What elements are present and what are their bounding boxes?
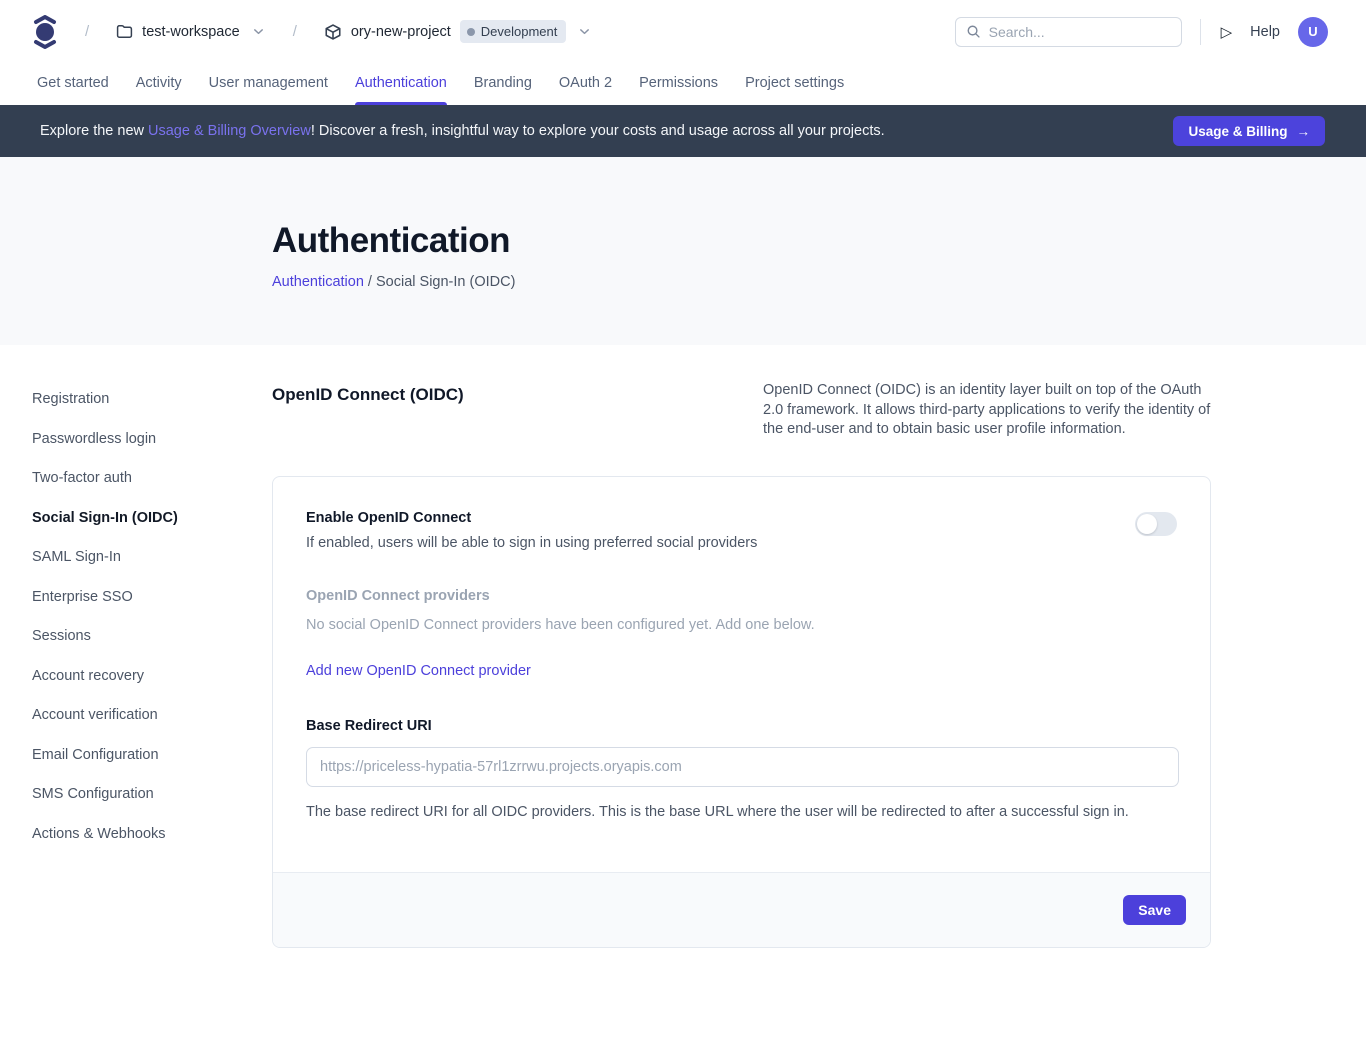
section-description: OpenID Connect (OIDC) is an identity lay… <box>763 381 1211 440</box>
usage-billing-button[interactable]: Usage & Billing → <box>1173 116 1325 146</box>
section-header: OpenID Connect (OIDC) OpenID Connect (OI… <box>272 381 1211 440</box>
breadcrumb-separator: / <box>85 23 89 40</box>
breadcrumb: / test-workspace / ory-new-project <box>32 15 592 49</box>
base-redirect-uri-label: Base Redirect URI <box>306 718 432 734</box>
banner-text-prefix: Explore the new <box>40 123 148 139</box>
breadcrumb-separator: / <box>364 274 376 290</box>
page-hero: Authentication Authentication / Social S… <box>0 157 1366 345</box>
chevron-down-icon <box>577 24 592 39</box>
content-area: Registration Passwordless login Two-fact… <box>0 345 1366 1008</box>
page-breadcrumb: Authentication / Social Sign-In (OIDC) <box>272 274 1366 290</box>
environment-badge: Development <box>460 20 567 43</box>
usage-billing-banner: Explore the new Usage & Billing Overview… <box>0 105 1366 157</box>
tab-authentication[interactable]: Authentication <box>355 63 447 105</box>
sidebar-item-sessions[interactable]: Sessions <box>32 620 272 652</box>
page-title: Authentication <box>272 221 1366 261</box>
user-avatar[interactable]: U <box>1298 17 1328 47</box>
project-nav-tabs: Get started Activity User management Aut… <box>0 63 1366 105</box>
oidc-providers-title: OpenID Connect providers <box>306 588 1177 604</box>
sidebar-item-two-factor-auth[interactable]: Two-factor auth <box>32 462 272 494</box>
settings-sidebar: Registration Passwordless login Two-fact… <box>32 381 272 948</box>
oidc-settings-card: Enable OpenID Connect If enabled, users … <box>272 476 1211 948</box>
add-oidc-provider-link[interactable]: Add new OpenID Connect provider <box>306 663 531 679</box>
arrow-right-icon: → <box>1297 124 1311 139</box>
top-bar-divider <box>1200 19 1201 45</box>
sidebar-item-enterprise-sso[interactable]: Enterprise SSO <box>32 581 272 613</box>
folder-icon <box>116 23 133 40</box>
card-footer: Save <box>273 872 1210 947</box>
sidebar-item-social-sign-in-oidc[interactable]: Social Sign-In (OIDC) <box>32 502 272 534</box>
environment-badge-label: Development <box>481 24 558 39</box>
oidc-settings-main: OpenID Connect (OIDC) OpenID Connect (OI… <box>272 381 1211 948</box>
play-icon[interactable]: ▷ <box>1217 21 1237 43</box>
tab-permissions[interactable]: Permissions <box>639 63 718 105</box>
search-icon <box>966 24 981 39</box>
tab-project-settings[interactable]: Project settings <box>745 63 844 105</box>
sidebar-item-actions-webhooks[interactable]: Actions & Webhooks <box>32 818 272 850</box>
sidebar-item-saml-sign-in[interactable]: SAML Sign-In <box>32 541 272 573</box>
sidebar-item-account-verification[interactable]: Account verification <box>32 699 272 731</box>
project-name: ory-new-project <box>351 24 451 40</box>
sidebar-item-sms-configuration[interactable]: SMS Configuration <box>32 778 272 810</box>
tab-user-management[interactable]: User management <box>209 63 328 105</box>
sidebar-item-email-configuration[interactable]: Email Configuration <box>32 739 272 771</box>
project-selector[interactable]: ory-new-project Development <box>324 20 593 43</box>
toggle-knob <box>1137 514 1157 534</box>
chevron-down-icon <box>251 24 266 39</box>
top-bar-actions: ▷ Help U <box>955 17 1328 47</box>
base-redirect-uri-section: Base Redirect URI The base redirect URI … <box>306 717 1177 820</box>
environment-dot-icon <box>467 28 475 36</box>
search-box[interactable] <box>955 17 1182 47</box>
enable-oidc-title: Enable OpenID Connect <box>306 510 757 526</box>
sidebar-item-passwordless-login[interactable]: Passwordless login <box>32 423 272 455</box>
oidc-card-body: Enable OpenID Connect If enabled, users … <box>273 477 1210 872</box>
oidc-providers-section: OpenID Connect providers No social OpenI… <box>306 588 1177 680</box>
tab-get-started[interactable]: Get started <box>37 63 109 105</box>
help-link[interactable]: Help <box>1250 24 1280 40</box>
cube-icon <box>324 23 342 41</box>
workspace-selector[interactable]: test-workspace <box>116 23 266 40</box>
enable-oidc-text: Enable OpenID Connect If enabled, users … <box>306 510 757 551</box>
enable-oidc-row: Enable OpenID Connect If enabled, users … <box>306 510 1177 551</box>
usage-billing-button-label: Usage & Billing <box>1188 124 1287 139</box>
ory-logo-icon[interactable] <box>32 15 58 49</box>
base-redirect-uri-helper: The base redirect URI for all OIDC provi… <box>306 804 1177 820</box>
tab-branding[interactable]: Branding <box>474 63 532 105</box>
breadcrumb-current: Social Sign-In (OIDC) <box>376 274 515 290</box>
section-title: OpenID Connect (OIDC) <box>272 381 464 405</box>
top-bar: / test-workspace / ory-new-project <box>0 0 1366 63</box>
workspace-name: test-workspace <box>142 24 240 40</box>
breadcrumb-separator: / <box>293 23 297 40</box>
banner-text-suffix: ! Discover a fresh, insightful way to ex… <box>311 123 885 139</box>
tab-oauth2[interactable]: OAuth 2 <box>559 63 612 105</box>
enable-oidc-subtitle: If enabled, users will be able to sign i… <box>306 535 757 551</box>
sidebar-item-registration[interactable]: Registration <box>32 383 272 415</box>
banner-usage-billing-link[interactable]: Usage & Billing Overview <box>148 123 311 139</box>
breadcrumb-authentication-link[interactable]: Authentication <box>272 274 364 290</box>
oidc-providers-empty-text: No social OpenID Connect providers have … <box>306 617 1177 633</box>
banner-text: Explore the new Usage & Billing Overview… <box>40 123 885 139</box>
tab-activity[interactable]: Activity <box>136 63 182 105</box>
sidebar-item-account-recovery[interactable]: Account recovery <box>32 660 272 692</box>
search-input[interactable] <box>989 24 1171 40</box>
enable-oidc-toggle[interactable] <box>1135 512 1177 536</box>
base-redirect-uri-input[interactable] <box>306 747 1179 787</box>
save-button[interactable]: Save <box>1123 895 1186 925</box>
